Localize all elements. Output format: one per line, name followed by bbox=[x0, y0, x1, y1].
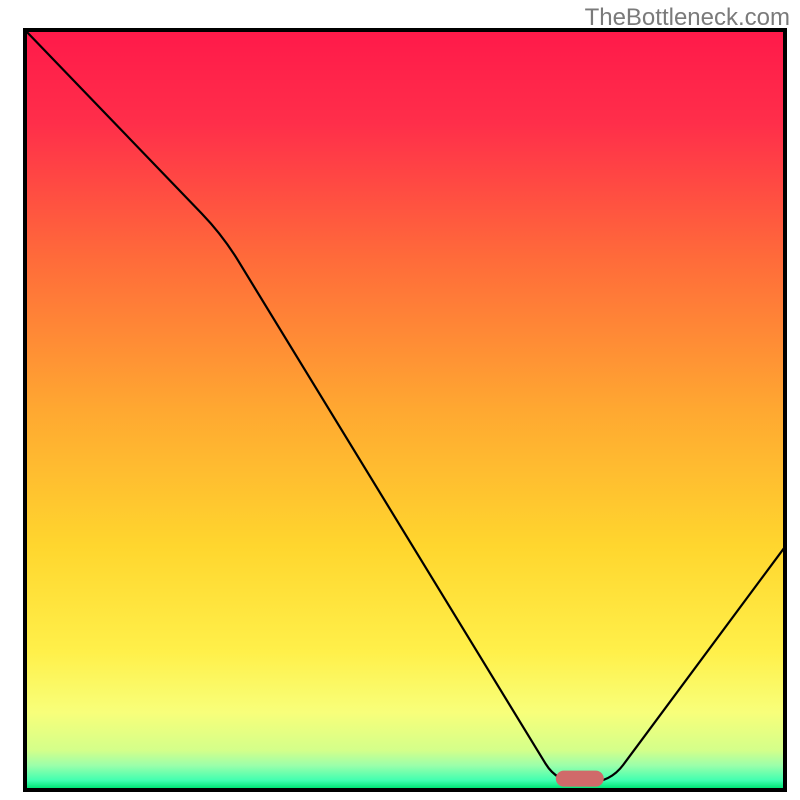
plot-background bbox=[27, 32, 783, 788]
bottleneck-marker bbox=[556, 771, 604, 787]
watermark-text: TheBottleneck.com bbox=[585, 4, 790, 32]
chart-svg bbox=[0, 0, 800, 800]
chart-container: TheBottleneck.com bbox=[0, 0, 800, 800]
